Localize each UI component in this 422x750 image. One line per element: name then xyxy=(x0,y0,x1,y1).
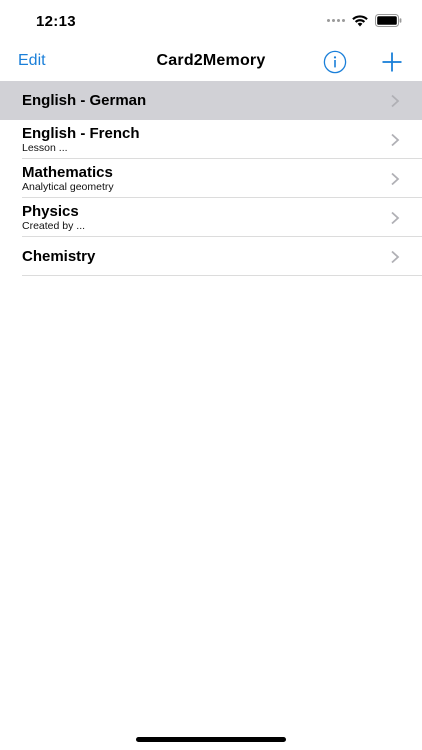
chevron-right-icon xyxy=(391,133,400,147)
home-indicator[interactable] xyxy=(136,737,286,742)
deck-title: Mathematics xyxy=(22,164,113,181)
battery-icon xyxy=(375,14,402,27)
deck-row-english-french[interactable]: English - French Lesson ... xyxy=(0,120,422,159)
deck-row-english-german[interactable]: English - German xyxy=(0,81,422,120)
deck-list: English - German English - French Lesson… xyxy=(0,81,422,276)
deck-title: English - French xyxy=(22,125,140,142)
deck-row-mathematics[interactable]: Mathematics Analytical geometry xyxy=(0,159,422,198)
wifi-icon xyxy=(352,15,368,27)
deck-title: Physics xyxy=(22,203,79,220)
status-icons xyxy=(327,14,402,27)
chevron-right-icon xyxy=(391,211,400,225)
chevron-right-icon xyxy=(391,94,400,108)
deck-subtitle: Created by ... xyxy=(22,220,86,232)
deck-subtitle: Lesson ... xyxy=(22,142,68,154)
navigation-bar: Edit Card2Memory xyxy=(0,44,422,80)
chevron-right-icon xyxy=(391,172,400,186)
deck-title: English - German xyxy=(22,92,147,109)
deck-row-chemistry[interactable]: Chemistry xyxy=(0,237,422,276)
plus-icon[interactable] xyxy=(380,50,404,74)
deck-row-physics[interactable]: Physics Created by ... xyxy=(0,198,422,237)
cellular-signal-icon xyxy=(327,19,345,22)
info-icon[interactable] xyxy=(323,50,347,74)
status-time: 12:13 xyxy=(36,13,76,30)
deck-subtitle: Analytical geometry xyxy=(22,181,114,193)
status-bar: 12:13 xyxy=(0,0,422,44)
chevron-right-icon xyxy=(391,250,400,264)
row-separator xyxy=(22,275,422,276)
page-title: Card2Memory xyxy=(156,52,266,69)
app-screen: 12:13 Edit Card2Memory English - German … xyxy=(0,0,422,750)
deck-title: Chemistry xyxy=(22,248,96,265)
